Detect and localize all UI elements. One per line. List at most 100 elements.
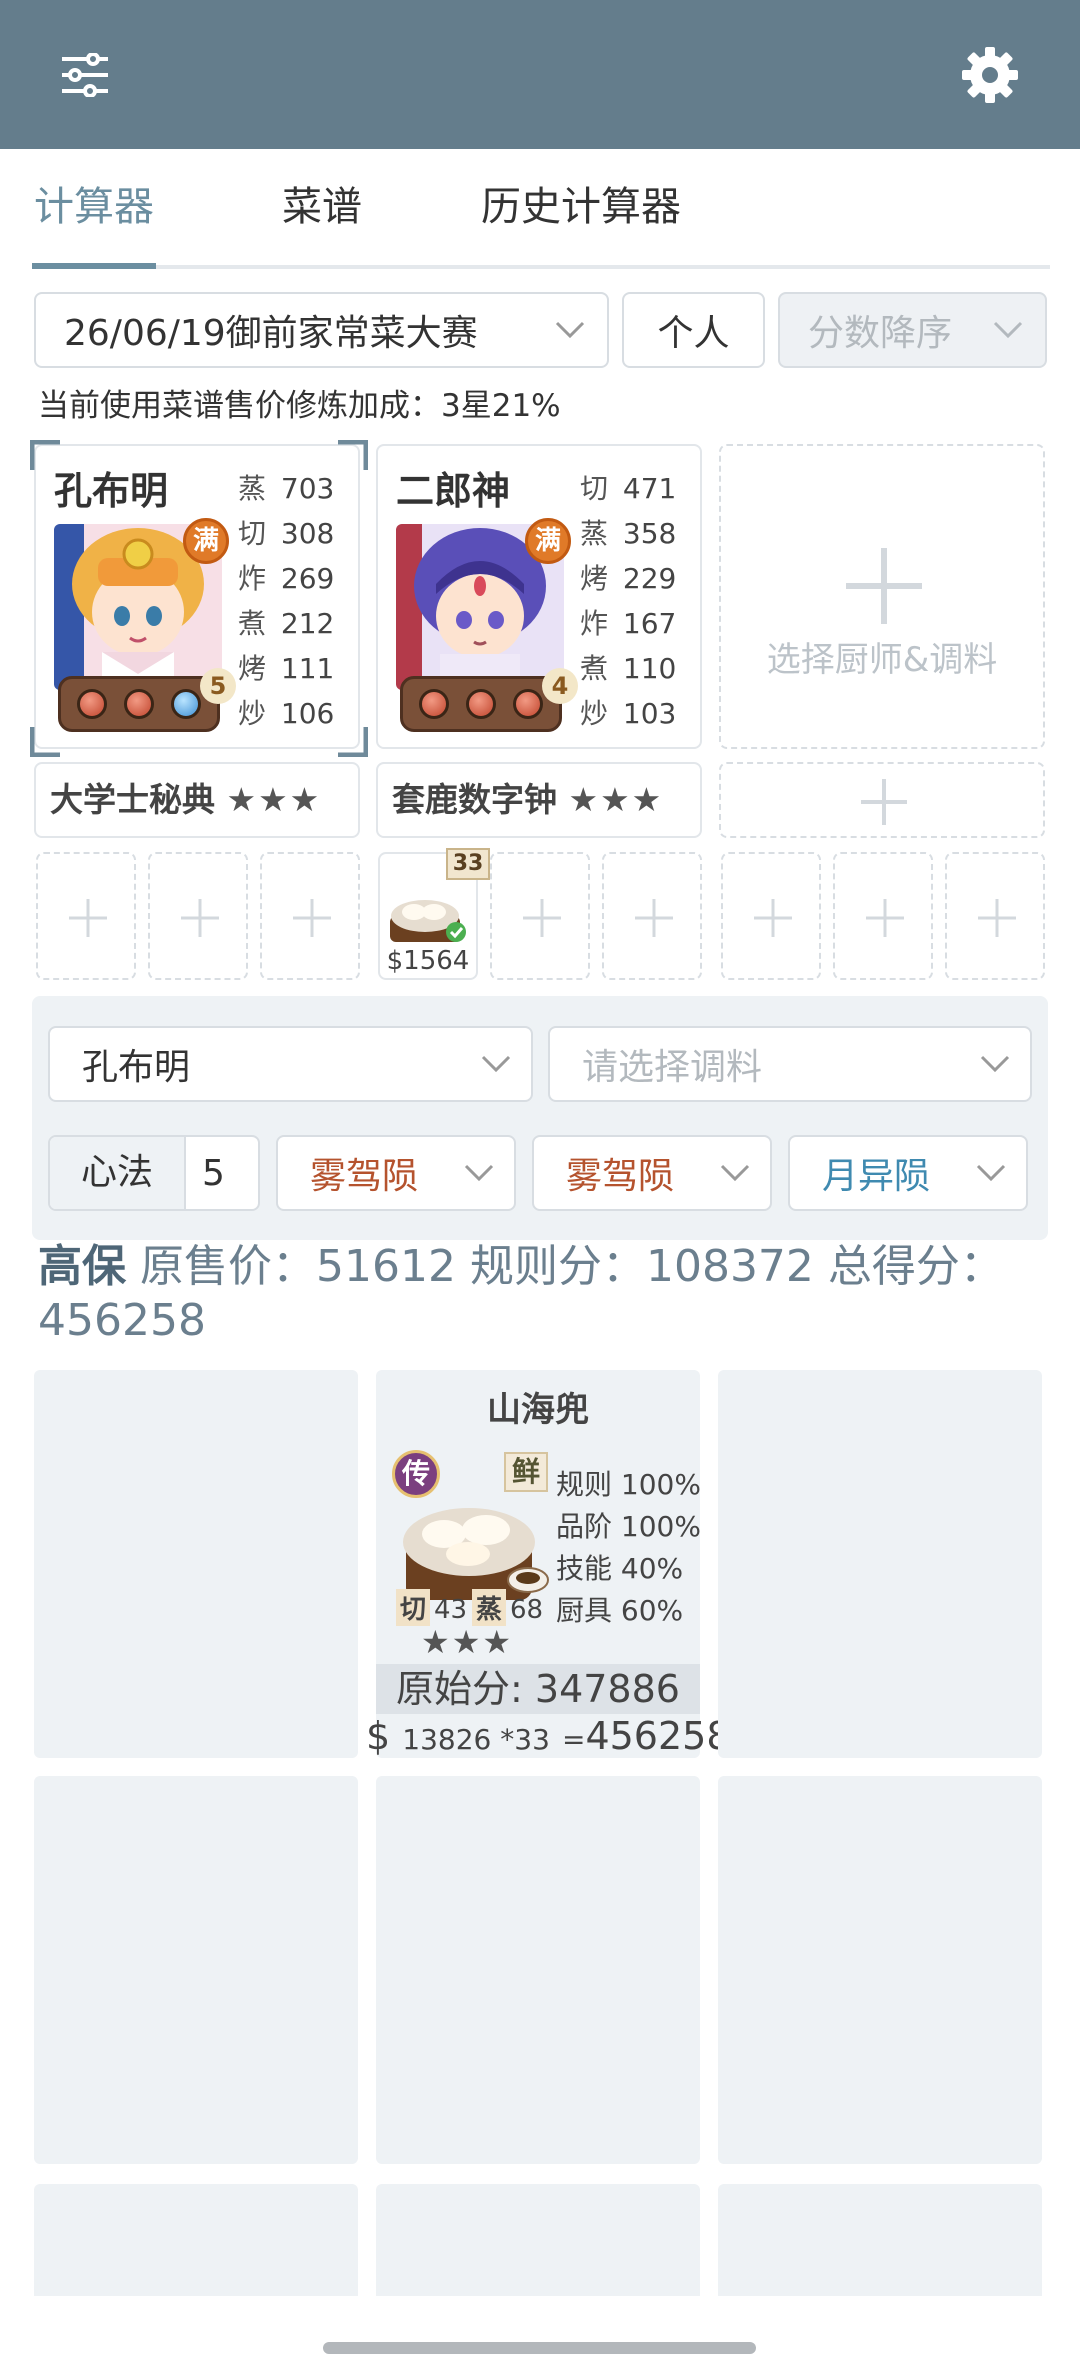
add-chef-card[interactable]: 选择厨师&调料 (719, 444, 1045, 749)
recipe-slot[interactable]: 33 $1564 (378, 848, 490, 980)
mode-button[interactable]: 个人 (622, 292, 765, 368)
plus-icon (861, 779, 907, 825)
plus-icon (523, 899, 561, 937)
chevron-down-icon (976, 1164, 1006, 1182)
tab-bar: 计算器 菜谱 历史计算器 (32, 170, 1050, 269)
skill-slot-bar (400, 676, 562, 732)
recipe-price: $1564 (386, 946, 470, 976)
recipe-slot-empty[interactable] (148, 852, 248, 980)
equipment-slot[interactable]: 套鹿数字钟 ★★★ (376, 762, 702, 838)
red-gem-icon (77, 689, 108, 719)
recipe-slot-empty[interactable] (490, 852, 590, 980)
tab-calculator[interactable]: 计算器 (32, 170, 156, 265)
xinfa-input[interactable]: 5 (186, 1153, 225, 1194)
effect-select-value: 月异陨 (822, 1156, 931, 1197)
recipe-grid-cell-empty[interactable] (34, 2184, 358, 2296)
chevron-down-icon (555, 321, 585, 339)
skill-row: 煮 212 (238, 607, 335, 640)
chevron-down-icon (993, 321, 1023, 339)
recipe-bonus-list: 规则 100% 品阶 100% 技能 40% 厨具 60% (556, 1464, 701, 1632)
bonus-notice: 当前使用菜谱售价修炼加成：3星21% (38, 388, 561, 424)
tab-history-calculator[interactable]: 历史计算器 (476, 170, 686, 265)
recipe-requirement: 蒸 68 (472, 1589, 543, 1626)
recipe-requirement: 切 43 (396, 1589, 467, 1626)
chevron-down-icon (464, 1164, 494, 1182)
raw-score: 原始分: 347886 (376, 1664, 700, 1714)
plus-icon (293, 899, 331, 937)
contest-select-value: 26/06/19御前家常菜大赛 (64, 313, 478, 354)
skill-row: 切 308 (238, 517, 335, 550)
effect-select[interactable]: 雾驾陨 (532, 1135, 772, 1211)
effect-select[interactable]: 雾驾陨 (276, 1135, 516, 1211)
recipe-slot-empty[interactable] (721, 852, 821, 980)
gear-icon[interactable] (950, 35, 1030, 115)
chevron-down-icon (481, 1055, 511, 1073)
chef-grade: 5 (200, 668, 236, 704)
skill-row: 烤 111 (238, 652, 335, 685)
recipe-slot-empty[interactable] (260, 852, 360, 980)
plus-icon (69, 899, 107, 937)
skill-slot-bar (58, 676, 220, 732)
equipment-slot[interactable]: 大学士秘典 ★★★ (34, 762, 360, 838)
chef-skill-list: 蒸 703 切 308 炸 269 煮 212 烤 111 炒 106 (238, 466, 334, 736)
recipe-grid-cell-empty[interactable] (718, 2184, 1042, 2296)
max-level-badge: 满 (525, 518, 571, 564)
recipe-grid-cell-empty[interactable] (718, 1776, 1042, 2164)
recipe-slot-empty[interactable] (833, 852, 933, 980)
chef-card[interactable]: 孔布明 满 5 蒸 703 切 308 炸 269 煮 212 烤 111 炒 … (30, 440, 368, 757)
xinfa-label: 心法 (50, 1137, 186, 1209)
chef-select-value: 孔布明 (82, 1047, 191, 1088)
blue-gem-icon (170, 689, 201, 719)
recipe-grid-cell-empty[interactable] (376, 1776, 700, 2164)
recipe-grid-cell-empty[interactable] (376, 2184, 700, 2296)
plus-icon (181, 899, 219, 937)
score-details: 原售价：51612 规则分：108372 总得分：456258 (38, 1241, 1004, 1346)
recipe-slot-empty[interactable] (602, 852, 702, 980)
equipment-name: 大学士秘典 (50, 780, 215, 819)
recipe-grid-cell-empty[interactable] (34, 1776, 358, 2164)
equipment-name: 套鹿数字钟 (392, 780, 557, 819)
skill-row: 炒 106 (238, 697, 335, 730)
dumpling-dish-icon (390, 900, 466, 942)
equipment-stars: ★★★ (568, 780, 664, 819)
contest-select[interactable]: 26/06/19御前家常菜大赛 (34, 292, 609, 368)
equipment-stars: ★★★ (226, 780, 322, 819)
skill-row: 蒸 703 (238, 472, 335, 505)
chef-name: 二郎神 (396, 469, 511, 513)
tab-recipes[interactable]: 菜谱 (272, 170, 372, 265)
score-title: 高保 (38, 1241, 126, 1292)
bonus-row: 厨具 60% (556, 1594, 684, 1627)
plus-icon (754, 899, 792, 937)
score-summary: 高保 原售价：51612 规则分：108372 总得分：456258 (38, 1240, 1048, 1348)
xinfa-input-group: 心法 5 (48, 1135, 260, 1211)
sort-select[interactable]: 分数降序 (778, 292, 1047, 368)
seasoning-placeholder: 请选择调料 (582, 1047, 763, 1088)
seasoning-select[interactable]: 请选择调料 (548, 1026, 1032, 1102)
chef-select[interactable]: 孔布明 (48, 1026, 533, 1102)
skill-row: 切 471 (580, 472, 677, 505)
skill-row: 烤 229 (580, 562, 677, 595)
skill-row: 炒 103 (580, 697, 677, 730)
recipe-slot-empty[interactable] (945, 852, 1045, 980)
chef-card[interactable]: 二郎神 满 4 切 471 蒸 358 烤 229 炸 167 煮 110 炒 … (376, 444, 702, 749)
top-app-bar (0, 0, 1080, 149)
skill-row: 炸 269 (238, 562, 335, 595)
legendary-badge: 传 (392, 1450, 440, 1498)
bonus-row: 规则 100% (556, 1468, 701, 1501)
recipe-grid-cell-empty[interactable] (718, 1370, 1042, 1758)
sliders-icon[interactable] (50, 40, 120, 110)
recipe-grid-cell-empty[interactable] (34, 1370, 358, 1758)
recipe-count: 33 (446, 848, 490, 880)
plus-icon (635, 899, 673, 937)
effect-select[interactable]: 月异陨 (788, 1135, 1028, 1211)
home-indicator[interactable] (323, 2342, 756, 2354)
recipe-name: 山海兜 (487, 1390, 589, 1430)
add-equipment-slot[interactable] (719, 762, 1045, 838)
sort-select-value: 分数降序 (808, 313, 953, 354)
recipe-slot-empty[interactable] (36, 852, 136, 980)
skill-row: 蒸 358 (580, 517, 677, 550)
effect-select-value: 雾驾陨 (310, 1156, 419, 1197)
active-tab-indicator (32, 263, 156, 269)
plus-icon (978, 899, 1016, 937)
recipe-card[interactable]: 山海兜 传 鲜 规则 100% 品阶 100% 技能 40% 厨具 60% 切4… (366, 1370, 731, 1758)
